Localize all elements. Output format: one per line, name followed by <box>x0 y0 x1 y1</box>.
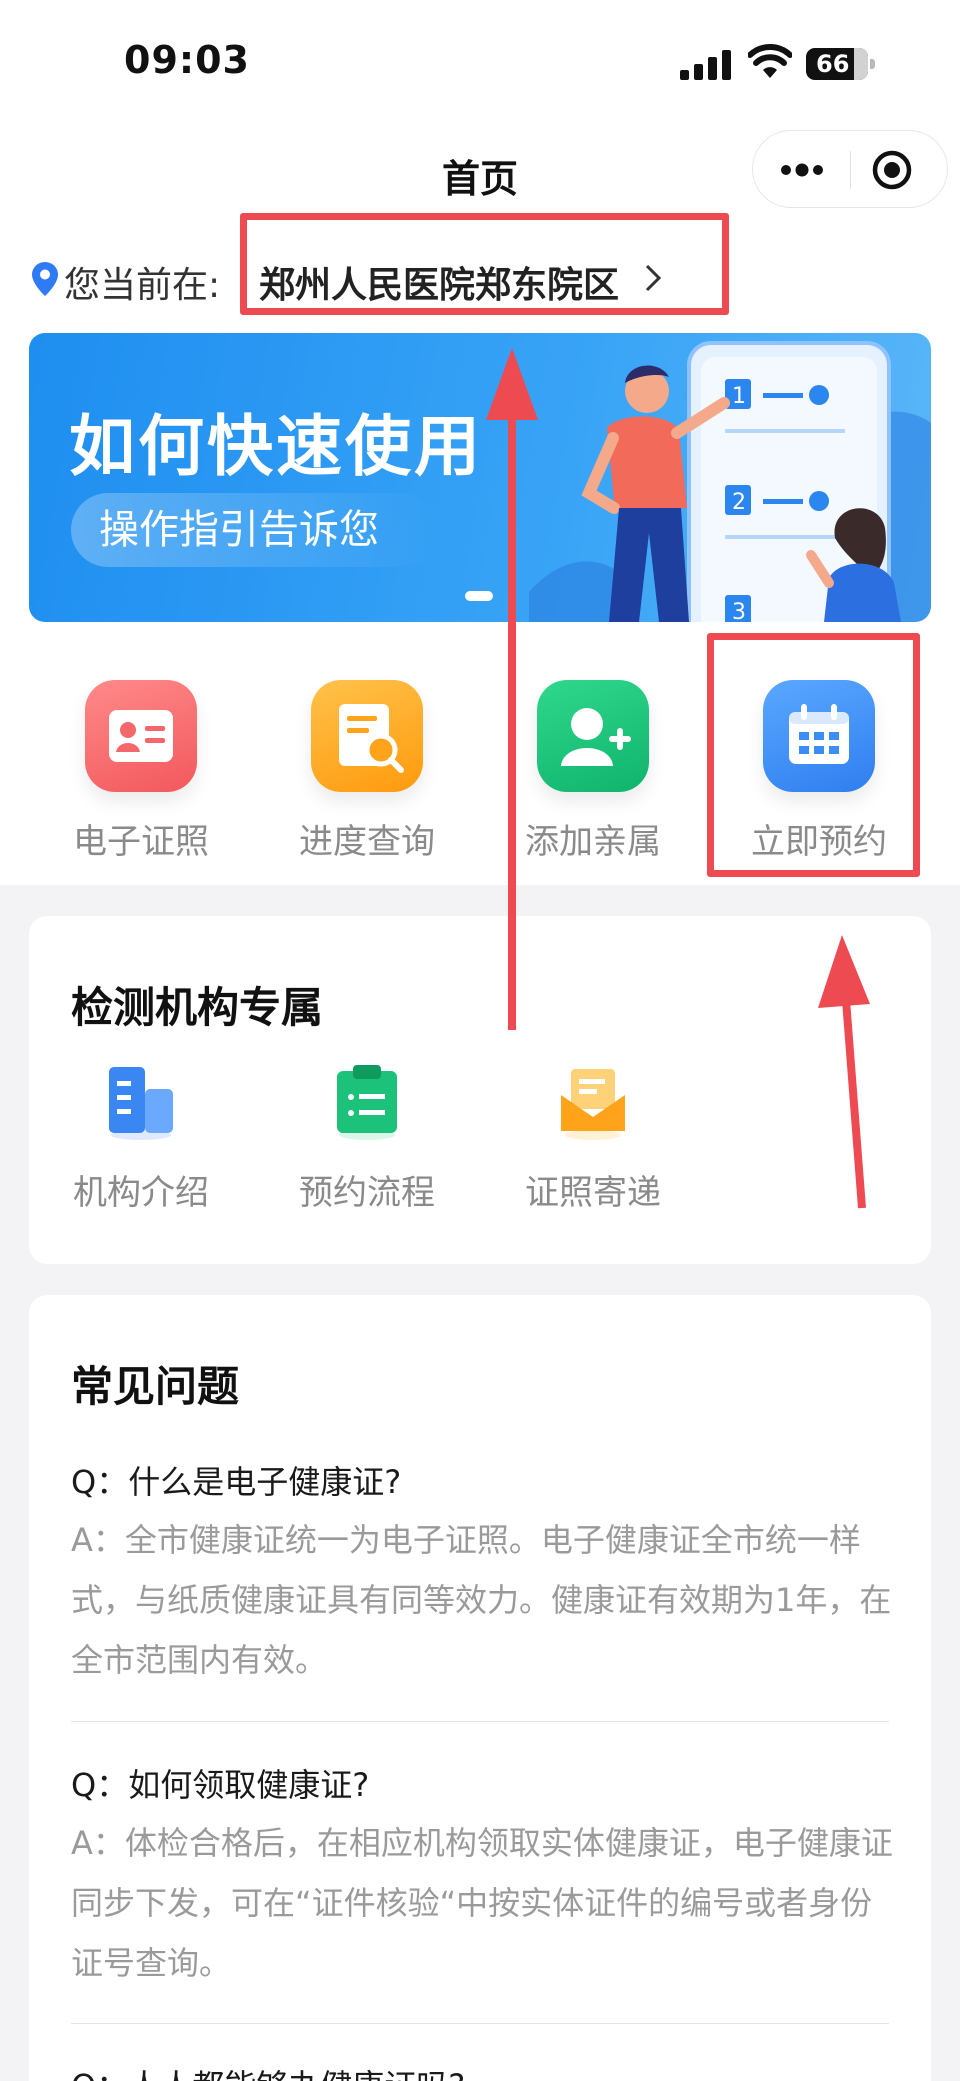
highlight-location-box <box>240 213 729 315</box>
clipboard-icon <box>329 1061 405 1141</box>
battery-level: 66 <box>816 50 850 78</box>
banner-pagination-indicator <box>465 591 493 601</box>
location-pin-icon <box>32 262 58 296</box>
agency-card: 检测机构专属 机构介绍 预约流程 证照寄递 <box>29 916 931 1264</box>
agency-item-delivery[interactable]: 证照寄递 <box>503 1061 683 1214</box>
mini-program-capsule <box>752 130 948 208</box>
banner-subtitle: 操作指引告诉您 <box>71 493 439 567</box>
add-user-icon <box>537 680 649 792</box>
faq-section-title: 常见问题 <box>71 1362 240 1411</box>
capsule-divider <box>850 151 851 189</box>
quick-action-e-license[interactable]: 电子证照 <box>61 680 221 863</box>
faq-answer: A：体检合格后，在相应机构领取实体健康证，电子健康证同步下发，可在“证件核验“中… <box>71 1824 893 1982</box>
agency-item-process[interactable]: 预约流程 <box>277 1061 457 1214</box>
agency-item-label: 预约流程 <box>299 1173 435 1213</box>
faq-card: 常见问题 Q：什么是电子健康证? A：全市健康证统一为电子证照。电子健康证全市统… <box>29 1295 931 2081</box>
status-time: 09:03 <box>124 38 250 82</box>
agency-section-title: 检测机构专属 <box>71 983 324 1032</box>
agency-item-label: 证照寄递 <box>525 1173 661 1213</box>
signal-icon <box>680 50 731 80</box>
faq-question[interactable]: Q：如何领取健康证? <box>71 1760 369 1806</box>
highlight-booking-box <box>707 633 920 877</box>
guide-banner[interactable]: 如何快速使用 操作指引告诉您 1 2 3 <box>29 333 931 622</box>
quick-action-label: 添加亲属 <box>525 822 661 862</box>
quick-action-label: 电子证照 <box>73 822 209 862</box>
location-prefix: 您当前在: <box>64 265 221 306</box>
document-search-icon <box>311 680 423 792</box>
envelope-icon <box>555 1061 631 1141</box>
svg-text:3: 3 <box>732 600 746 622</box>
close-target-icon[interactable] <box>871 149 913 191</box>
faq-answer: A：全市健康证统一为电子证照。电子健康证全市统一样式，与纸质健康证具有同等效力。… <box>71 1521 892 1679</box>
svg-text:1: 1 <box>732 384 746 409</box>
faq-divider <box>71 1721 889 1722</box>
faq-question[interactable]: Q：人人都能够办健康证吗? <box>71 2061 465 2081</box>
id-card-icon <box>85 680 197 792</box>
building-icon <box>103 1061 179 1141</box>
faq-divider <box>71 2023 889 2024</box>
more-icon[interactable] <box>777 155 827 185</box>
banner-title: 如何快速使用 <box>69 408 483 485</box>
agency-item-intro[interactable]: 机构介绍 <box>51 1061 231 1214</box>
battery-icon: 66 <box>806 48 875 80</box>
quick-action-label: 进度查询 <box>299 822 435 862</box>
svg-text:2: 2 <box>732 490 746 515</box>
agency-item-label: 机构介绍 <box>73 1173 209 1213</box>
guide-illustration-icon: 1 2 3 <box>529 341 931 622</box>
wifi-icon <box>748 44 792 78</box>
quick-action-progress[interactable]: 进度查询 <box>287 680 447 863</box>
quick-action-add-relative[interactable]: 添加亲属 <box>513 680 673 863</box>
faq-question[interactable]: Q：什么是电子健康证? <box>71 1457 401 1503</box>
